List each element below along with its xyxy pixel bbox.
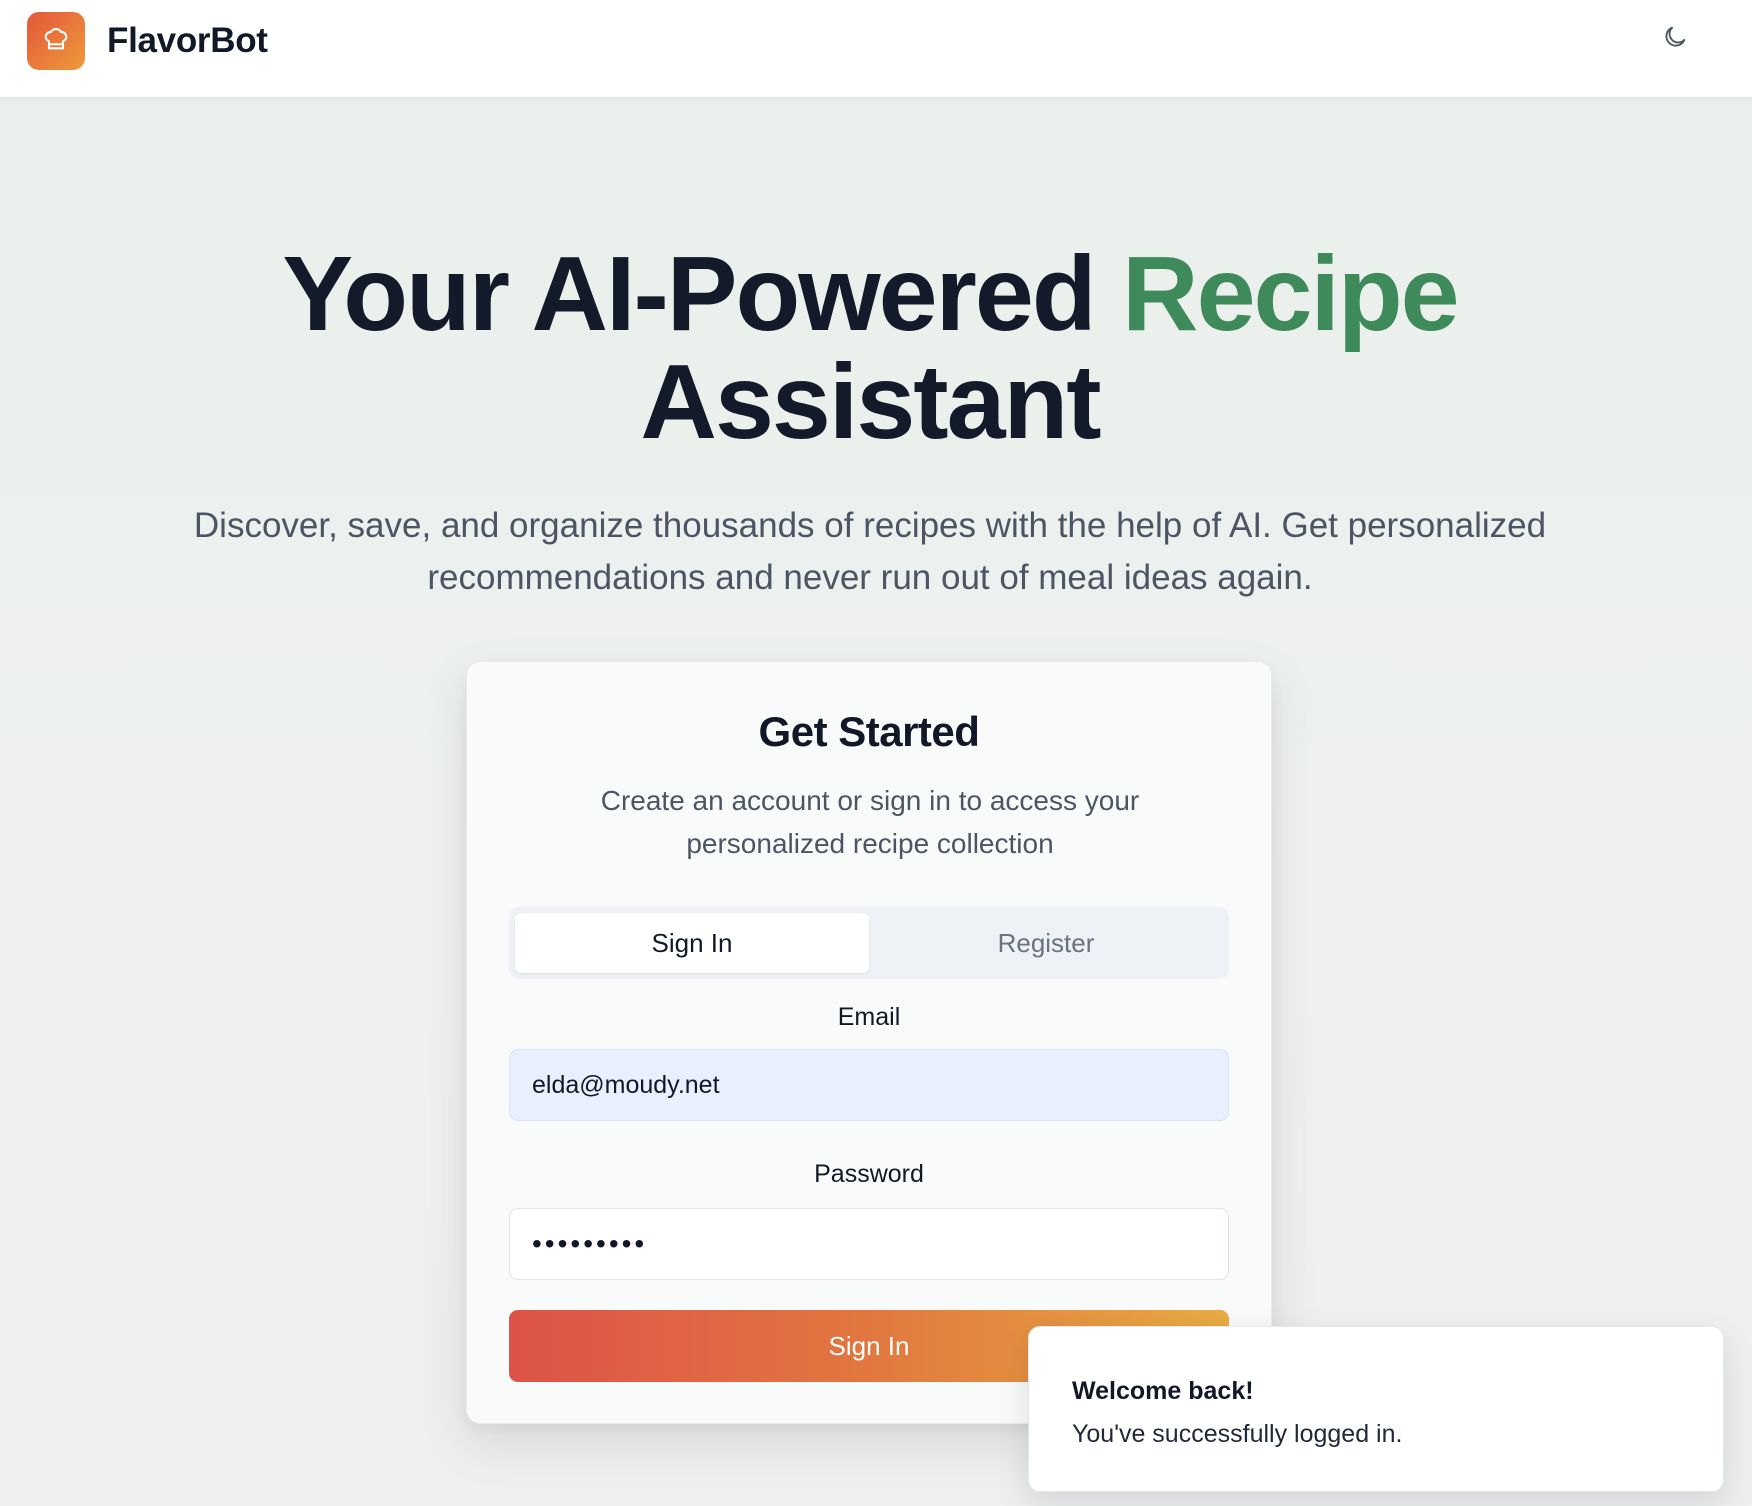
- password-field[interactable]: •••••••••: [509, 1208, 1229, 1280]
- app-logo[interactable]: [27, 12, 85, 70]
- tab-register[interactable]: Register: [869, 913, 1223, 973]
- theme-toggle-button[interactable]: [1656, 20, 1694, 58]
- auth-tabs: Sign In Register: [509, 907, 1229, 979]
- app-title[interactable]: FlavorBot: [107, 18, 268, 64]
- hero-title-part1: Your AI-Powered: [282, 235, 1123, 353]
- auth-card: Get Started Create an account or sign in…: [466, 661, 1272, 1424]
- password-label: Password: [814, 1160, 924, 1188]
- hero-title-accent: Recipe: [1122, 235, 1460, 353]
- moon-icon: [1661, 23, 1689, 56]
- toast-message: You've successfully logged in.: [1072, 1420, 1403, 1448]
- tab-sign-in[interactable]: Sign In: [515, 913, 869, 973]
- chef-hat-icon: [42, 25, 70, 58]
- hero-title: Your AI-Powered Recipe Assistant: [0, 240, 1740, 456]
- toast-title: Welcome back!: [1072, 1377, 1254, 1405]
- top-navbar: FlavorBot: [0, 0, 1752, 98]
- card-description: Create an account or sign in to access y…: [600, 785, 1140, 859]
- toast-notification[interactable]: Welcome back! You've successfully logged…: [1028, 1326, 1724, 1492]
- card-title: Get Started: [758, 708, 980, 755]
- email-field[interactable]: elda@moudy.net: [509, 1049, 1229, 1121]
- hero-title-part2: Assistant: [640, 343, 1101, 461]
- hero-subtitle: Discover, save, and organize thousands o…: [193, 506, 1547, 597]
- email-label: Email: [837, 1003, 901, 1031]
